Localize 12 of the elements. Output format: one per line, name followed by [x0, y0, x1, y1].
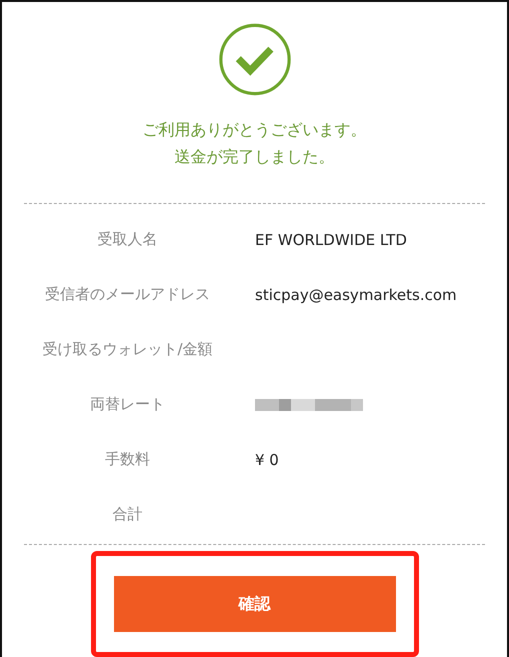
field-label: 受け取るウォレット/金額	[41, 340, 214, 359]
field-label: 受取人名	[96, 230, 158, 249]
field-value: ¥ 0	[255, 450, 279, 468]
field-label: 合計	[112, 505, 144, 524]
success-message: 送金が完了しました。	[174, 146, 336, 168]
success-message: ご利用ありがとうございます。	[142, 119, 366, 141]
field-label: 手数料	[104, 450, 151, 469]
field-label: 受信者のメールアドレス	[44, 285, 211, 304]
field-label: 両替レート	[89, 395, 166, 414]
field-value: EF WORLDWIDE LTD	[255, 230, 407, 248]
field-value: sticpay@easymarkets.com	[255, 286, 457, 304]
confirm-button[interactable]: 確認	[114, 576, 396, 632]
